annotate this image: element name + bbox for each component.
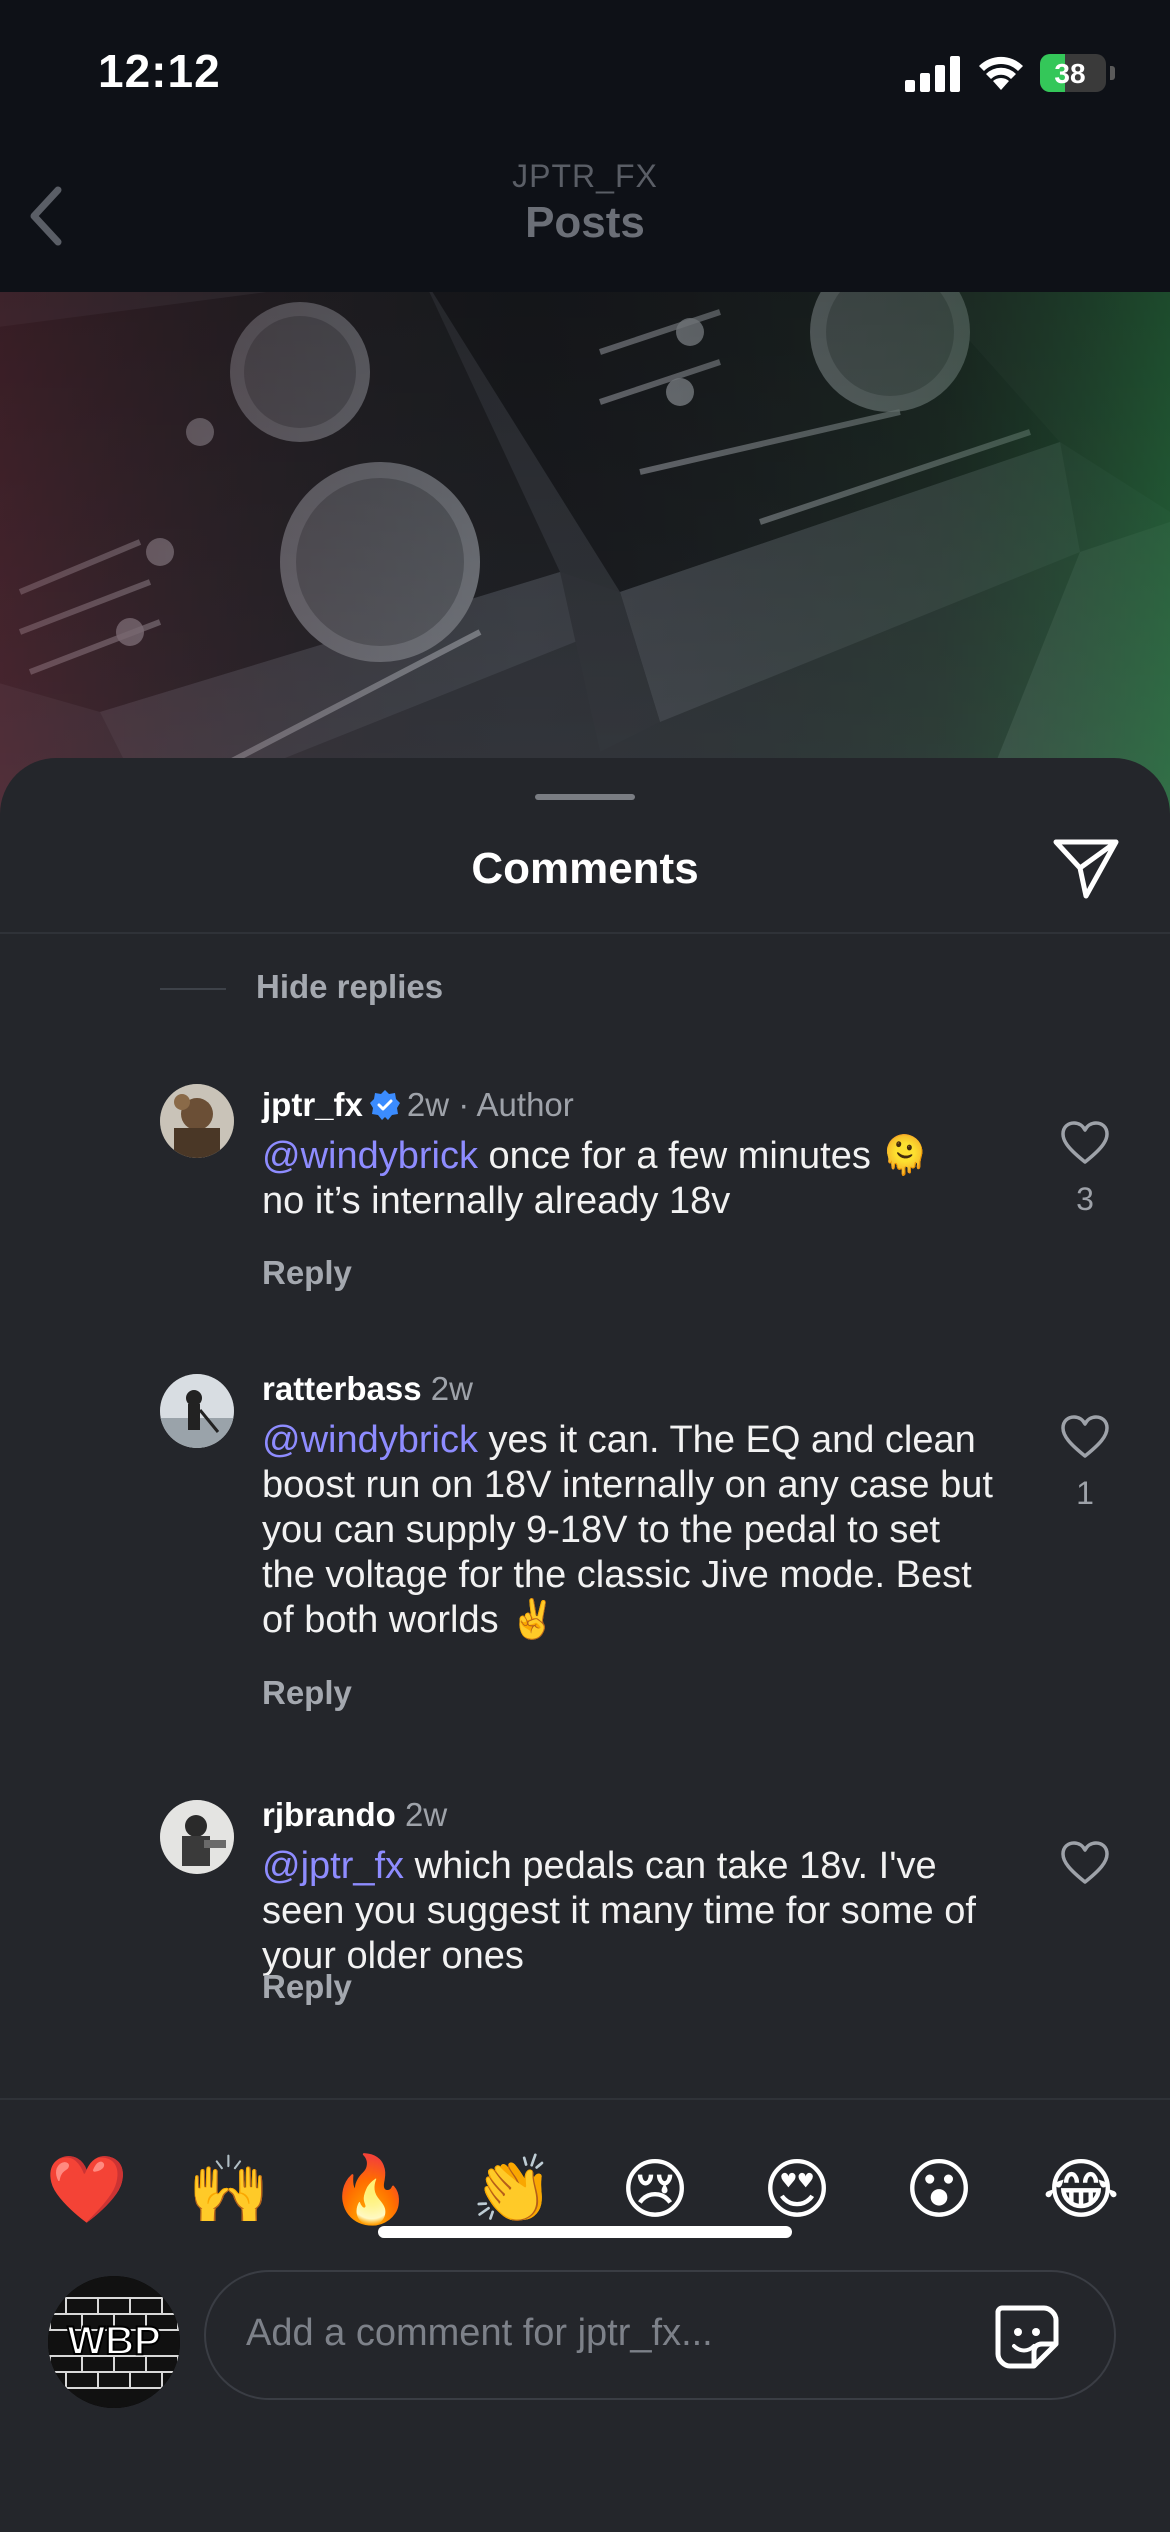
comment-username[interactable]: rjbrando — [262, 1796, 396, 1833]
sheet-title: Comments — [471, 844, 699, 893]
comment-mention[interactable]: @windybrick — [262, 1419, 478, 1461]
avatar-logo-text: WBP — [67, 2319, 160, 2363]
share-send-icon[interactable] — [1050, 832, 1122, 904]
nav-account-name: JPTR_FX — [512, 158, 658, 194]
comment-mention[interactable]: @jptr_fx — [262, 1845, 404, 1887]
emoji-reaction[interactable]: 👏 — [468, 2144, 558, 2234]
avatar[interactable] — [160, 1800, 234, 1874]
my-avatar[interactable]: WBP — [48, 2276, 180, 2408]
verified-badge-icon — [369, 1090, 400, 1120]
emoji-reaction[interactable]: ❤️ — [42, 2144, 132, 2234]
status-time: 12:12 — [98, 45, 221, 97]
comment-username[interactable]: ratterbass — [262, 1370, 422, 1407]
comment-meta: 2w · Author — [406, 1086, 574, 1123]
comment-header: ratterbass 2w — [262, 1370, 473, 1408]
sheet-grabber[interactable] — [535, 794, 635, 800]
comment-text: @jptr_fx which pedals can take 18v. I've… — [262, 1844, 1002, 1979]
emoji-reaction[interactable]: 😍 — [752, 2144, 842, 2234]
like-count: 3 — [1076, 1181, 1094, 1217]
sticker-icon[interactable] — [990, 2300, 1064, 2374]
like-count: 1 — [1076, 1475, 1094, 1511]
comment-text: @windybrick once for a few minutes 🫠 no … — [262, 1134, 1002, 1224]
emoji-reaction-bar: ❤️ 🙌 🔥 👏 😢 😍 😮 😂 — [0, 2098, 1170, 2280]
emoji-reaction[interactable]: 😂 — [1036, 2144, 1126, 2234]
heart-icon[interactable] — [1060, 1840, 1110, 1886]
emoji-reaction[interactable]: 😮 — [894, 2144, 984, 2234]
page-title: Posts — [525, 198, 645, 247]
avatar[interactable] — [160, 1084, 234, 1158]
avatar[interactable] — [160, 1374, 234, 1448]
comment-composer: WBP Add a comment for jptr_fx... — [0, 2270, 1170, 2532]
comment-username[interactable]: jptr_fx — [262, 1086, 363, 1123]
like-control[interactable]: 3 — [1055, 1120, 1115, 1218]
wifi-icon — [979, 56, 1023, 90]
emoji-reaction[interactable]: 🙌 — [184, 2144, 274, 2234]
nav-header: JPTR_FX Posts — [0, 140, 1170, 292]
heart-icon[interactable] — [1060, 1414, 1110, 1460]
comment-header: rjbrando 2w — [262, 1796, 447, 1834]
comment-meta: 2w — [430, 1370, 473, 1407]
comment-mention[interactable]: @windybrick — [262, 1135, 478, 1177]
reply-button[interactable]: Reply — [262, 1254, 352, 1292]
emoji-reaction[interactable]: 🔥 — [326, 2144, 416, 2234]
heart-icon[interactable] — [1060, 1120, 1110, 1166]
sheet-divider — [0, 932, 1170, 934]
comment-input[interactable]: Add a comment for jptr_fx... — [204, 2270, 1116, 2400]
hide-replies-label: Hide replies — [256, 968, 444, 1005]
reply-button[interactable]: Reply — [262, 1968, 352, 2006]
signal-icon — [905, 56, 961, 92]
home-indicator — [378, 2226, 792, 2238]
status-bar: 12:12 38 — [0, 0, 1170, 140]
comment-header: jptr_fx 2w · Author — [262, 1086, 574, 1124]
reply-button[interactable]: Reply — [262, 1674, 352, 1712]
emoji-reaction[interactable]: 😢 — [610, 2144, 700, 2234]
replies-thread-line — [160, 988, 226, 990]
comment-text: @windybrick yes it can. The EQ and clean… — [262, 1418, 1002, 1643]
battery-percent: 38 — [1054, 58, 1086, 89]
comment-meta: 2w — [405, 1796, 448, 1833]
battery-tip — [1110, 66, 1115, 80]
comment-input-placeholder: Add a comment for jptr_fx... — [246, 2312, 713, 2354]
like-control[interactable] — [1055, 1840, 1115, 1891]
like-control[interactable]: 1 — [1055, 1414, 1115, 1512]
battery-icon: 38 — [1040, 54, 1106, 92]
